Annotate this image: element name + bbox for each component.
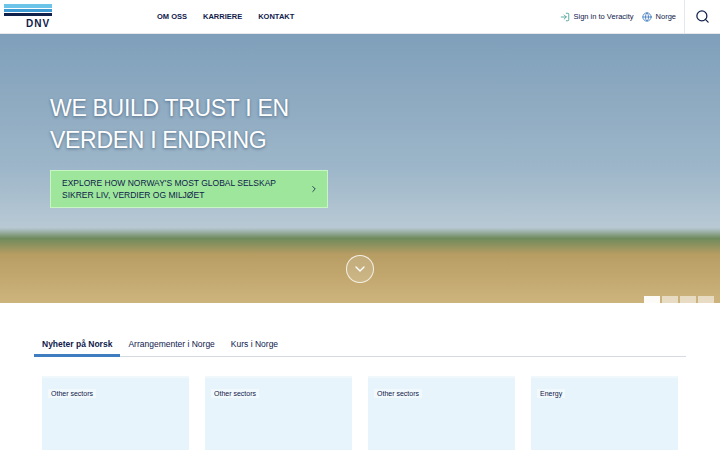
scroll-down-button[interactable] xyxy=(346,255,374,283)
news-card[interactable]: Energy xyxy=(531,376,678,450)
news-card[interactable]: Other sectors xyxy=(205,376,352,450)
logo-stripes-icon xyxy=(4,4,52,17)
tab-bar: Nyheter på NorskArrangementer i NorgeKur… xyxy=(34,339,686,357)
tab[interactable]: Nyheter på Norsk xyxy=(34,339,120,357)
chevron-down-icon xyxy=(352,261,368,277)
search-icon xyxy=(695,9,710,24)
hero: WE BUILD TRUST I ENVERDEN I ENDRING EXPLO… xyxy=(0,34,720,303)
card-grid: Other sectors Other sectors Other sectors E… xyxy=(34,376,686,450)
hero-title: WE BUILD TRUST I ENVERDEN I ENDRING xyxy=(50,92,289,156)
search-button[interactable] xyxy=(684,0,720,33)
carousel-indicator[interactable] xyxy=(644,296,660,303)
logo[interactable]: DNV xyxy=(4,4,54,29)
sign-in-link[interactable]: Sign in to Veracity xyxy=(560,12,634,22)
chevron-right-icon xyxy=(309,184,319,194)
card-tag: Energy xyxy=(537,389,565,398)
news-card[interactable]: Other sectors xyxy=(368,376,515,450)
region-link[interactable]: Norge xyxy=(642,12,676,22)
carousel-indicators xyxy=(644,296,714,303)
carousel-indicator[interactable] xyxy=(680,296,696,303)
news-section: Nyheter på NorskArrangementer i NorgeKur… xyxy=(0,303,720,450)
sign-in-icon xyxy=(560,12,570,22)
globe-icon xyxy=(642,12,652,22)
hero-title-line: VERDEN I ENDRING xyxy=(50,124,289,156)
hero-title-line: WE BUILD TRUST I EN xyxy=(50,92,289,124)
carousel-indicator[interactable] xyxy=(662,296,678,303)
logo-text[interactable]: DNV xyxy=(4,18,50,29)
page: DNV OM OSS KARRIERE KONTAKT Sign in to Verac… xyxy=(0,0,720,450)
card-tag: Other sectors xyxy=(374,389,422,398)
card-tag: Other sectors xyxy=(211,389,259,398)
nav-item[interactable]: OM OSS xyxy=(157,12,187,21)
header: DNV OM OSS KARRIERE KONTAKT Sign in to Verac… xyxy=(0,0,720,34)
card-tag: Other sectors xyxy=(48,389,96,398)
tab[interactable]: Arrangementer i Norge xyxy=(120,339,222,357)
nav-item[interactable]: KARRIERE xyxy=(203,12,242,21)
hero-cta-button[interactable]: EXPLORE HOW NORWAY'S MOST GLOBAL SELSKAP… xyxy=(50,170,328,208)
news-card[interactable]: Other sectors xyxy=(42,376,189,450)
hero-cta-text: EXPLORE HOW NORWAY'S MOST GLOBAL SELSKAP… xyxy=(62,177,303,201)
nav-item[interactable]: KONTAKT xyxy=(258,12,294,21)
header-actions: Sign in to Veracity Norge xyxy=(560,0,720,33)
main-nav: OM OSS KARRIERE KONTAKT xyxy=(157,12,294,21)
tab[interactable]: Kurs i Norge xyxy=(223,339,286,357)
carousel-indicator[interactable] xyxy=(698,296,714,303)
